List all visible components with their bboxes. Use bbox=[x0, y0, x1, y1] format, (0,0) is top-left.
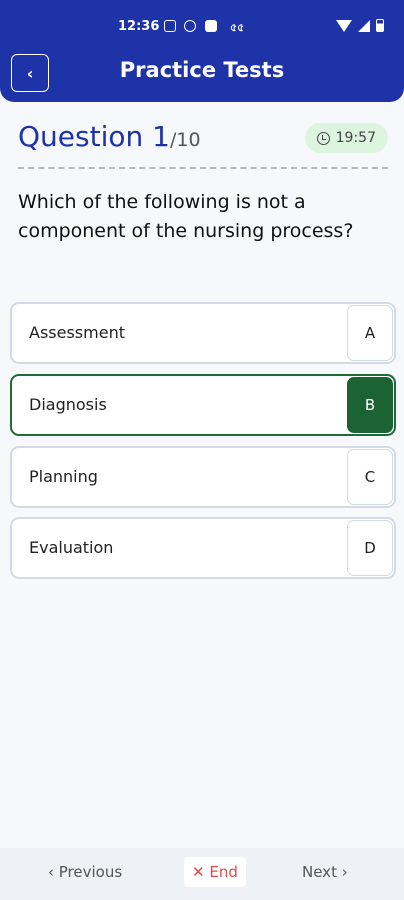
status-right bbox=[336, 19, 384, 32]
option-label: Planning bbox=[29, 467, 98, 486]
dashed-divider bbox=[18, 167, 388, 169]
option-d[interactable]: Evaluation D bbox=[10, 517, 396, 579]
location-icon bbox=[184, 20, 196, 32]
signal-icon bbox=[358, 19, 370, 32]
previous-button[interactable]: ‹ Previous bbox=[48, 863, 122, 881]
option-a[interactable]: Assessment A bbox=[10, 302, 396, 364]
option-letter: B bbox=[347, 377, 393, 433]
timer-value: 19:57 bbox=[335, 130, 376, 146]
option-letter: A bbox=[347, 305, 393, 361]
bottom-nav: ‹ Previous ✕ End Next › bbox=[0, 848, 404, 900]
question-text: Which of the following is not a componen… bbox=[18, 191, 354, 242]
next-button[interactable]: Next › bbox=[302, 863, 348, 881]
option-label: Assessment bbox=[29, 323, 125, 342]
option-letter: C bbox=[347, 449, 393, 505]
wifi-icon bbox=[336, 19, 352, 32]
status-time: 12:36 bbox=[118, 19, 160, 34]
option-letter: D bbox=[347, 520, 393, 576]
question-header: Question 1/10 19:57 bbox=[18, 120, 388, 160]
option-b[interactable]: Diagnosis B bbox=[10, 374, 396, 436]
status-bar: 12:36 ৫৫ bbox=[0, 0, 404, 44]
option-c[interactable]: Planning C bbox=[10, 446, 396, 508]
instagram-icon bbox=[164, 20, 176, 32]
option-label: Diagnosis bbox=[29, 395, 107, 414]
youtube-icon bbox=[205, 20, 217, 32]
question-number: Question 1 bbox=[18, 120, 170, 153]
alarm-clock-icon bbox=[316, 131, 330, 145]
battery-icon bbox=[376, 19, 384, 32]
option-label: Evaluation bbox=[29, 538, 114, 557]
question-total: /10 bbox=[169, 129, 201, 151]
end-button[interactable]: ✕ End bbox=[184, 857, 246, 887]
app-bar: ‹ Practice Tests bbox=[0, 44, 404, 102]
status-extra: ৫৫ bbox=[230, 21, 245, 34]
timer-badge: 19:57 bbox=[304, 123, 388, 153]
page-title: Practice Tests bbox=[119, 58, 285, 82]
